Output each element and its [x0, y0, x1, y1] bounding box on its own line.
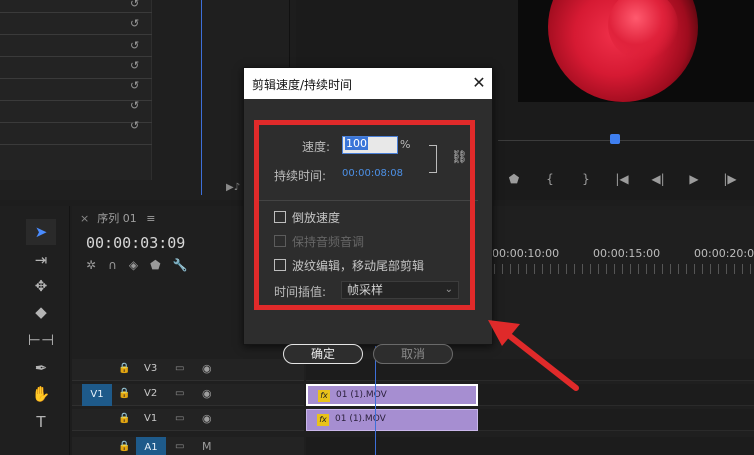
sync-lock-icon[interactable]: ▭ — [175, 441, 184, 452]
track-header-v3[interactable]: 🔒 V3 ▭ ◉ — [72, 359, 304, 381]
track-header-v1[interactable]: 🔒 V1 ▭ ◉ — [72, 409, 304, 431]
fx-badge-icon: fx — [318, 390, 330, 402]
sequence-timecode[interactable]: 00:00:03:09 — [86, 234, 185, 252]
sync-lock-icon[interactable]: ▭ — [175, 388, 184, 399]
reset-icon[interactable]: ↺ — [130, 40, 142, 52]
slip-tool-icon[interactable]: ⊢⊣ — [26, 327, 56, 353]
clip-v2[interactable]: fx 01 (1).MOV — [306, 384, 478, 406]
type-tool-icon[interactable]: T — [26, 409, 56, 435]
linked-selection-icon[interactable]: ◈ — [129, 258, 138, 276]
reset-icon[interactable]: ↺ — [130, 0, 142, 10]
reset-icon[interactable]: ↺ — [130, 100, 142, 112]
effect-properties-list: ↺ ↺ ↺ ↺ ↺ ↺ ↺ — [0, 0, 152, 180]
property-row — [0, 144, 152, 145]
close-tab-icon[interactable]: × — [80, 212, 89, 225]
cancel-button[interactable]: 取消 — [373, 344, 453, 364]
timeline-toolbar: ✲ ∩ ◈ ⬟ 🔧 — [86, 258, 246, 276]
lock-icon[interactable]: 🔒 — [118, 441, 130, 452]
dialog-titlebar[interactable]: 剪辑速度/持续时间 ✕ — [244, 68, 492, 99]
clip-name: 01 (1).MOV — [336, 390, 387, 400]
fx-badge-icon: fx — [317, 414, 329, 426]
ruler-label: 00:00:10:00 — [492, 247, 560, 260]
pen-tool-icon[interactable]: ✒ — [26, 355, 56, 381]
monitor-timebar[interactable] — [498, 140, 754, 141]
lock-icon[interactable]: 🔒 — [118, 363, 130, 374]
lock-icon[interactable]: 🔒 — [118, 388, 130, 399]
ok-button[interactable]: 确定 — [283, 344, 363, 364]
track-lane-a1[interactable] — [306, 437, 754, 455]
dialog-title: 剪辑速度/持续时间 — [252, 78, 353, 92]
reset-icon[interactable]: ↺ — [130, 18, 142, 30]
annotation-highlight-box — [254, 120, 475, 310]
source-patch-v1[interactable]: V1 — [82, 384, 112, 406]
nest-icon[interactable]: ✲ — [86, 258, 96, 276]
reset-icon[interactable]: ↺ — [130, 120, 142, 132]
clip-v1[interactable]: fx 01 (1).MOV — [306, 409, 478, 431]
clip-name: 01 (1).MOV — [335, 414, 386, 424]
snap-icon[interactable]: ∩ — [108, 258, 117, 276]
tools-strip: ➤ ⇥ ✥ ◆ ⊢⊣ ✒ ✋ T — [24, 215, 60, 440]
razor-tool-icon[interactable]: ◆ — [26, 299, 56, 325]
play-icon[interactable]: ▶ — [676, 172, 712, 186]
timeline-playhead[interactable] — [375, 346, 376, 455]
track-header-a1[interactable]: 🔒 ▭ M — [72, 437, 304, 455]
lock-icon[interactable]: 🔒 — [118, 413, 130, 424]
annotation-arrow-icon — [488, 320, 579, 391]
track-select-tool-icon[interactable]: ⇥ — [26, 247, 56, 273]
track-name: V2 — [144, 388, 158, 399]
sequence-tab[interactable]: × 序列 01 ≡ — [80, 210, 180, 226]
video-preview — [518, 0, 754, 102]
mark-in-icon[interactable]: { — [532, 172, 568, 186]
sync-lock-icon[interactable]: ▭ — [175, 363, 184, 374]
sequence-tab-label: 序列 01 — [97, 212, 137, 225]
close-icon[interactable]: ✕ — [469, 73, 489, 93]
property-row — [0, 34, 152, 35]
property-row — [0, 12, 152, 13]
hand-tool-icon[interactable]: ✋ — [26, 381, 56, 407]
add-marker-icon[interactable]: ⬟ — [496, 172, 532, 186]
marker-icon[interactable]: ⬟ — [150, 258, 160, 276]
source-patch-a1[interactable]: A1 — [136, 437, 166, 455]
track-name: V3 — [144, 363, 158, 374]
go-to-in-icon[interactable]: |◀ — [604, 172, 640, 186]
tab-menu-icon[interactable]: ≡ — [146, 212, 155, 225]
ruler-label: 00:00:20:00 — [694, 247, 754, 260]
settings-wrench-icon[interactable]: 🔧 — [173, 258, 188, 276]
effect-playhead[interactable] — [201, 0, 202, 195]
property-row — [0, 56, 152, 57]
transport-controls: ⬟ { } |◀ ◀| ▶ |▶ — [496, 168, 754, 190]
eye-icon[interactable]: ◉ — [202, 362, 212, 375]
eye-icon[interactable]: ◉ — [202, 387, 212, 400]
monitor-playhead[interactable] — [610, 134, 620, 144]
mark-out-icon[interactable]: } — [568, 172, 604, 186]
step-forward-icon[interactable]: |▶ — [712, 172, 748, 186]
sync-lock-icon[interactable]: ▭ — [175, 413, 184, 424]
ripple-edit-tool-icon[interactable]: ✥ — [26, 273, 56, 299]
play-audio-icon[interactable]: ▶♪ — [226, 182, 240, 193]
mute-icon[interactable]: M — [202, 440, 212, 453]
time-ruler[interactable] — [494, 264, 754, 274]
step-back-icon[interactable]: ◀| — [640, 172, 676, 186]
track-name: V1 — [144, 413, 158, 424]
reset-icon[interactable]: ↺ — [130, 80, 142, 92]
reset-icon[interactable]: ↺ — [130, 60, 142, 72]
selection-tool-icon[interactable]: ➤ — [26, 219, 56, 245]
ruler-label: 00:00:15:00 — [593, 247, 661, 260]
eye-icon[interactable]: ◉ — [202, 412, 212, 425]
